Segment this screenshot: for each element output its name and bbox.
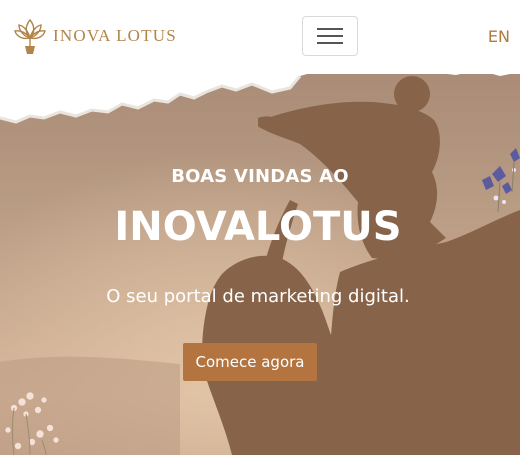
brand-link[interactable]: INOVA LOTUS bbox=[13, 15, 177, 57]
brand-name: INOVA LOTUS bbox=[53, 26, 177, 45]
hero-section: BOAS VINDAS AO INOVALOTUS O seu portal d… bbox=[0, 62, 520, 455]
navbar: INOVA LOTUS EN bbox=[0, 0, 520, 74]
lotus-icon bbox=[14, 18, 46, 54]
hero-content: BOAS VINDAS AO INOVALOTUS O seu portal d… bbox=[0, 62, 520, 455]
hero-kicker: BOAS VINDAS AO bbox=[171, 166, 349, 187]
hamburger-icon bbox=[317, 28, 343, 44]
start-now-button[interactable]: Comece agora bbox=[183, 343, 317, 381]
hero-title: INOVALOTUS bbox=[114, 204, 402, 250]
hero-subtitle: O seu portal de marketing digital. bbox=[106, 286, 410, 307]
language-switcher[interactable]: EN bbox=[488, 27, 510, 46]
menu-toggle-button[interactable] bbox=[302, 16, 358, 56]
